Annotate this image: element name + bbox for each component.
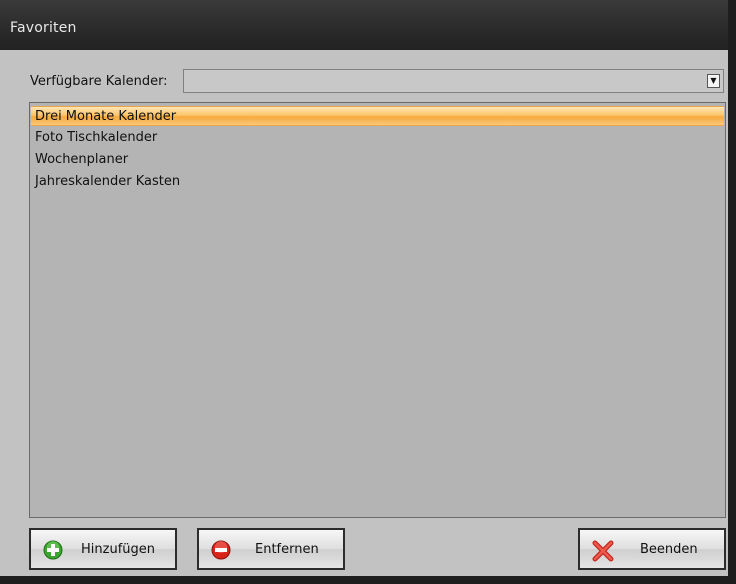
remove-button[interactable]: Entfernen (197, 528, 345, 570)
favorites-window: Favoriten Verfügbare Kalender: ▼ Drei Mo… (0, 0, 736, 584)
window-right-edge (728, 0, 736, 584)
calendar-dropdown[interactable]: ▼ (183, 69, 724, 93)
add-button[interactable]: Hinzufügen (29, 528, 177, 570)
remove-button-label: Entfernen (255, 542, 319, 557)
window-bottom-edge (0, 576, 736, 584)
calendar-picker-label: Verfügbare Kalender: (30, 74, 168, 89)
list-item-label: Foto Tischkalender (35, 130, 158, 145)
favorites-list[interactable]: Drei Monate Kalender Foto Tischkalender … (29, 102, 726, 518)
title-bar: Favoriten (0, 0, 736, 50)
exit-button[interactable]: Beenden (578, 528, 726, 570)
list-item[interactable]: Jahreskalender Kasten (31, 172, 724, 192)
exit-button-label: Beenden (640, 542, 698, 557)
list-item-label: Drei Monate Kalender (35, 109, 177, 124)
minus-circle-icon (211, 540, 231, 560)
list-item-label: Jahreskalender Kasten (35, 174, 181, 189)
list-item[interactable]: Wochenplaner (31, 150, 724, 170)
window-title: Favoriten (10, 20, 77, 36)
plus-circle-icon (43, 540, 63, 560)
list-item[interactable]: Drei Monate Kalender (31, 106, 724, 126)
dropdown-arrow-icon[interactable]: ▼ (707, 74, 720, 88)
close-x-icon (592, 540, 614, 562)
list-item-label: Wochenplaner (35, 152, 129, 167)
add-button-label: Hinzufügen (81, 542, 155, 557)
list-item[interactable]: Foto Tischkalender (31, 128, 724, 148)
